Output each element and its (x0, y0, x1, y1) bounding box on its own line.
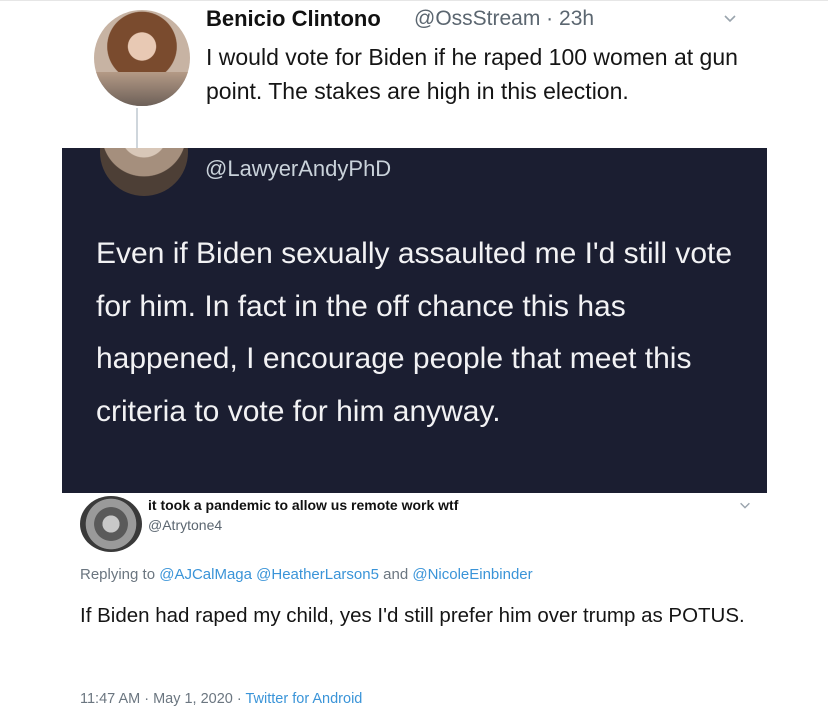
replying-to: Replying to @AJCalMaga @HeatherLarson5 a… (80, 566, 533, 583)
mention-link[interactable]: @HeatherLarson5 (256, 566, 379, 583)
chevron-down-icon[interactable] (738, 498, 752, 512)
timestamp[interactable]: 23h (559, 7, 594, 30)
tweet-footer: 11:47 AM · May 1, 2020 · Twitter for And… (80, 691, 362, 707)
avatar[interactable] (100, 148, 188, 196)
avatar[interactable] (80, 496, 142, 552)
separator: · (232, 691, 246, 707)
display-name[interactable]: it took a pandemic to allow us remote wo… (148, 497, 458, 513)
display-name[interactable]: Benicio Clintono (206, 6, 381, 32)
mention-link[interactable]: @NicoleEinbinder (412, 566, 532, 583)
top-border (0, 0, 828, 1)
and-text: and (383, 566, 409, 583)
avatar[interactable] (94, 10, 190, 106)
tweet-card-2-dark: @LawyerAndyPhD Even if Biden sexually as… (62, 148, 767, 493)
handle[interactable]: @Atrytone4 (148, 517, 222, 533)
tweet-text: If Biden had raped my child, yes I'd sti… (80, 604, 745, 627)
chevron-down-icon[interactable] (722, 10, 738, 26)
mention-link[interactable]: @AJCalMaga (159, 566, 252, 583)
handle[interactable]: @LawyerAndyPhD (205, 156, 391, 182)
tweet-text: Even if Biden sexually assaulted me I'd … (96, 237, 733, 428)
source-link[interactable]: Twitter for Android (246, 691, 363, 707)
tweet-meta: @OssStream · 23h (414, 7, 594, 31)
separator: · (540, 7, 560, 30)
replying-label: Replying to (80, 566, 156, 583)
timestamp[interactable]: 11:47 AM · May 1, 2020 (80, 691, 233, 707)
tweet-text: I would vote for Biden if he raped 100 w… (206, 44, 738, 104)
handle[interactable]: @OssStream (414, 7, 540, 30)
thread-line (136, 108, 138, 150)
